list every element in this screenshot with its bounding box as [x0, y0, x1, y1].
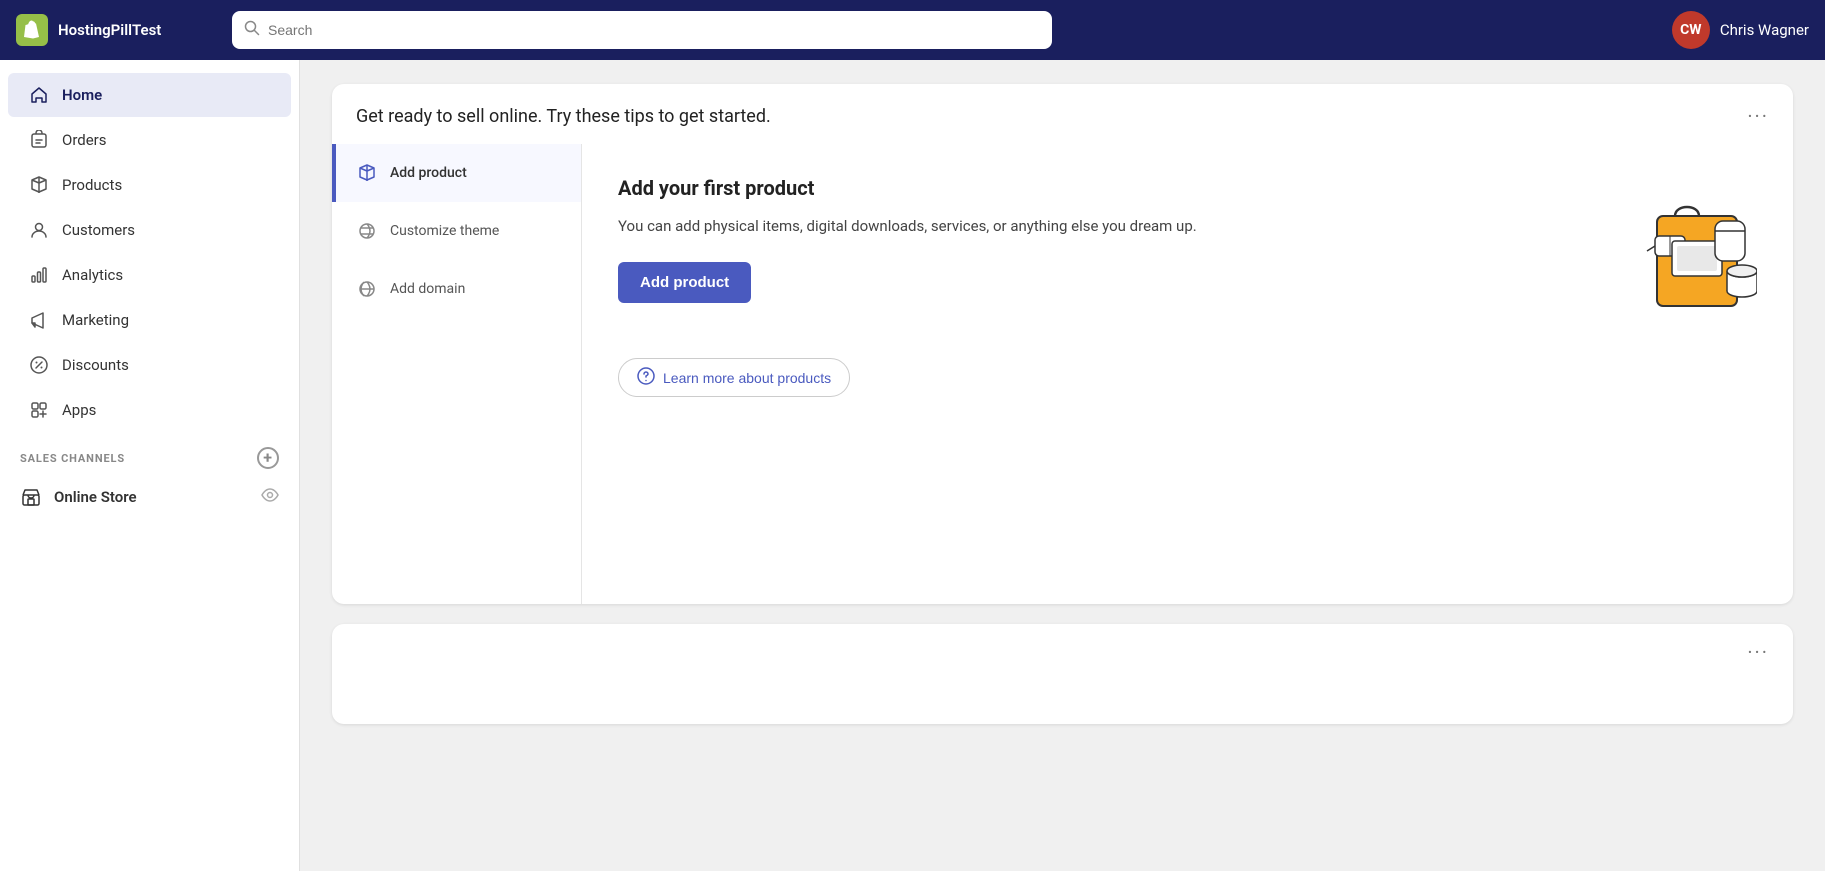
avatar: CW	[1672, 11, 1710, 49]
eye-icon[interactable]	[261, 486, 279, 508]
discounts-icon	[28, 354, 50, 376]
add-channel-button[interactable]: +	[257, 447, 279, 469]
main-content: Get ready to sell online. Try these tips…	[300, 60, 1825, 871]
add-product-button[interactable]: Add product	[618, 262, 751, 303]
step-heading: Add your first product	[618, 176, 1577, 200]
sidebar: Home Orders Products	[0, 60, 300, 871]
sales-channels-label: SALES CHANNELS	[20, 452, 125, 465]
customers-icon	[28, 219, 50, 241]
brand: HostingPillTest	[16, 14, 216, 46]
sidebar-item-home[interactable]: Home	[8, 73, 291, 117]
sidebar-item-label: Home	[62, 86, 102, 104]
getting-started-card: Get ready to sell online. Try these tips…	[332, 84, 1793, 604]
question-circle-icon	[637, 367, 655, 388]
sidebar-item-label: Analytics	[62, 266, 123, 284]
step-text: Add your first product You can add physi…	[618, 176, 1577, 303]
orders-icon	[28, 129, 50, 151]
learn-more-button[interactable]: Learn more about products	[618, 358, 850, 397]
search-area	[232, 11, 1052, 49]
products-icon	[28, 174, 50, 196]
sidebar-item-label: Orders	[62, 131, 107, 149]
sidebar-item-label: Customers	[62, 221, 135, 239]
sidebar-item-marketing[interactable]: Marketing	[8, 298, 291, 342]
shopify-logo	[16, 14, 48, 46]
product-illustration	[1597, 176, 1757, 326]
step-add-product[interactable]: Add product	[332, 144, 581, 202]
sidebar-item-discounts[interactable]: Discounts	[8, 343, 291, 387]
step-content-area: Add your first product You can add physi…	[582, 144, 1793, 604]
step-label: Customize theme	[390, 223, 499, 239]
apps-icon	[28, 399, 50, 421]
step-label: Add product	[390, 165, 467, 181]
user-menu[interactable]: CW Chris Wagner	[1672, 11, 1809, 49]
card2-menu-button[interactable]: ···	[1747, 640, 1769, 664]
learn-more-label: Learn more about products	[663, 370, 831, 386]
card-title: Get ready to sell online. Try these tips…	[356, 106, 771, 127]
sidebar-item-label: Apps	[62, 401, 96, 419]
step-label: Add domain	[390, 281, 465, 297]
sidebar-item-apps[interactable]: Apps	[8, 388, 291, 432]
steps-layout: Add product Customize theme	[332, 144, 1793, 604]
sidebar-item-online-store[interactable]: Online Store	[0, 475, 299, 519]
step-body: You can add physical items, digital down…	[618, 214, 1577, 238]
sidebar-item-analytics[interactable]: Analytics	[8, 253, 291, 297]
analytics-icon	[28, 264, 50, 286]
marketing-icon	[28, 309, 50, 331]
home-icon	[28, 84, 50, 106]
card-header: Get ready to sell online. Try these tips…	[332, 84, 1793, 144]
step-customize-theme[interactable]: Customize theme	[332, 202, 581, 260]
search-input[interactable]	[268, 22, 1040, 38]
search-wrap	[232, 11, 1052, 49]
second-card: ···	[332, 624, 1793, 724]
step-content-inner: Add your first product You can add physi…	[618, 176, 1757, 326]
customize-theme-icon	[356, 220, 378, 242]
add-domain-icon	[356, 278, 378, 300]
add-product-icon	[356, 162, 378, 184]
step-add-domain[interactable]: Add domain	[332, 260, 581, 318]
search-icon	[244, 20, 260, 40]
sidebar-item-customers[interactable]: Customers	[8, 208, 291, 252]
brand-name: HostingPillTest	[58, 21, 161, 39]
channel-label: Online Store	[54, 488, 137, 506]
sidebar-item-label: Products	[62, 176, 122, 194]
sidebar-item-products[interactable]: Products	[8, 163, 291, 207]
card-menu-button[interactable]: ···	[1747, 104, 1769, 128]
store-icon	[20, 486, 42, 508]
sidebar-item-orders[interactable]: Orders	[8, 118, 291, 162]
topbar: HostingPillTest CW Chris Wagner	[0, 0, 1825, 60]
steps-list: Add product Customize theme	[332, 144, 582, 604]
main-layout: Home Orders Products	[0, 60, 1825, 871]
user-name: Chris Wagner	[1720, 21, 1809, 39]
sidebar-item-label: Marketing	[62, 311, 129, 329]
sidebar-item-label: Discounts	[62, 356, 129, 374]
sales-channels-section: SALES CHANNELS +	[0, 433, 299, 475]
